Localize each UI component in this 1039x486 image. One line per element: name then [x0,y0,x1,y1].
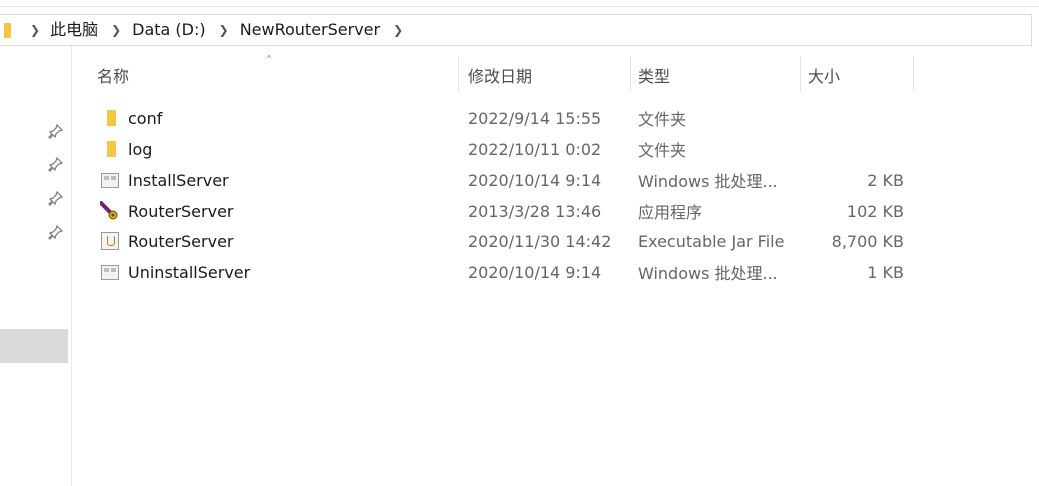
file-size [804,103,904,133]
folder-icon [100,103,120,133]
file-row[interactable]: conf 2022/9/14 15:55 文件夹 [88,103,918,133]
pin-icon[interactable] [48,123,64,139]
nav-selected-item[interactable] [0,329,68,363]
navigation-pane [0,46,72,486]
file-size [804,134,904,164]
file-date: 2022/10/11 0:02 [468,139,602,159]
file-date: 2013/3/28 13:46 [468,201,602,221]
file-name[interactable]: RouterServer [128,196,234,226]
ribbon-edge [0,0,1039,7]
file-name[interactable]: UninstallServer [128,257,250,287]
column-header-size[interactable]: 大小 [808,58,912,92]
file-size: 8,700 KB [831,231,904,251]
file-name[interactable]: log [128,134,152,164]
file-date: 2020/10/14 9:14 [468,262,602,282]
file-name[interactable]: RouterServer [128,226,234,256]
folder-icon [100,134,120,164]
file-row[interactable]: InstallServer 2020/10/14 9:14 Windows 批处… [88,165,918,195]
file-type: Executable Jar File [638,231,785,251]
file-type: Windows 批处理... [638,264,778,283]
application-icon [100,196,120,226]
pin-icon[interactable] [48,156,64,172]
breadcrumb-current-folder[interactable]: NewRouterServer [240,22,380,38]
file-type: 文件夹 [638,110,687,129]
breadcrumb-this-pc[interactable]: 此电脑 [50,22,98,38]
file-row[interactable]: log 2022/10/11 0:02 文件夹 [88,134,918,164]
jar-file-icon [100,226,120,256]
chevron-right-icon[interactable]: ❯ [393,24,403,36]
chevron-right-icon[interactable]: ❯ [219,24,229,36]
file-name[interactable]: InstallServer [128,165,229,195]
file-type: 应用程序 [638,203,703,222]
file-date: 2020/11/30 14:42 [468,231,612,251]
file-type: 文件夹 [638,141,687,160]
pin-icon[interactable] [48,224,64,240]
breadcrumb-data-drive[interactable]: Data (D:) [132,22,205,38]
file-name[interactable]: conf [128,103,162,133]
folder-icon [4,22,16,38]
column-divider[interactable] [913,56,914,92]
batch-file-icon [100,257,120,287]
pin-icon[interactable] [48,190,64,206]
file-row[interactable]: RouterServer 2020/11/30 14:42 Executable… [88,226,918,256]
file-size: 102 KB [846,201,904,221]
file-date: 2020/10/14 9:14 [468,170,602,190]
column-divider[interactable] [630,56,631,92]
file-size: 2 KB [867,170,904,190]
chevron-right-icon[interactable]: ❯ [30,24,40,36]
address-bar[interactable]: ❯ 此电脑 ❯ Data (D:) ❯ NewRouterServer ❯ [0,14,1032,46]
column-divider[interactable] [800,56,801,92]
file-size: 1 KB [867,262,904,282]
file-date: 2022/9/14 15:55 [468,108,602,128]
file-type: Windows 批处理... [638,172,778,191]
file-row[interactable]: UninstallServer 2020/10/14 9:14 Windows … [88,257,918,287]
batch-file-icon [100,165,120,195]
column-header-date[interactable]: 修改日期 [468,58,628,92]
column-divider[interactable] [458,56,459,92]
column-header-name[interactable]: 名称 [97,58,457,92]
file-row[interactable]: RouterServer 2013/3/28 13:46 应用程序 102 KB [88,196,918,226]
chevron-right-icon[interactable]: ❯ [111,24,121,36]
column-header-type[interactable]: 类型 [638,58,798,92]
